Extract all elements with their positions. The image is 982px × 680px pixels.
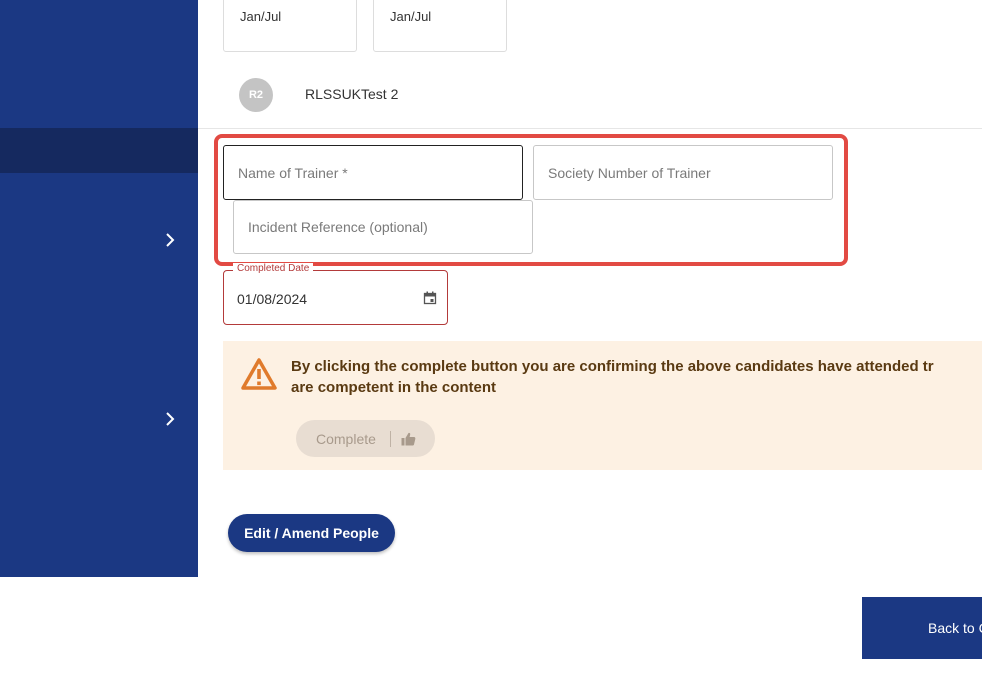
warning-triangle-icon: [240, 357, 278, 396]
divider: [389, 430, 391, 447]
edit-amend-people-button[interactable]: Edit / Amend People: [228, 514, 395, 552]
completed-date-value: 01/08/2024: [237, 291, 308, 307]
incident-reference-input[interactable]: [233, 200, 533, 254]
trainer-name-input[interactable]: [223, 145, 523, 200]
back-button[interactable]: Back to C: [862, 597, 982, 659]
sidebar: [0, 0, 198, 577]
page: Jan/Jul Jan/Jul R2 RLSSUKTest 2 Complete…: [0, 0, 982, 680]
chevron-right-icon[interactable]: [160, 409, 180, 429]
calendar-icon[interactable]: [423, 291, 437, 310]
sidebar-item-active[interactable]: [0, 128, 198, 173]
society-number-input[interactable]: [533, 145, 833, 200]
complete-button[interactable]: Complete: [296, 420, 435, 457]
chevron-right-icon[interactable]: [160, 230, 180, 250]
warning-text-line: are competent in the content: [291, 379, 497, 396]
thumbs-up-icon: [401, 432, 416, 446]
avatar: R2: [239, 78, 273, 112]
completed-date-label: Completed Date: [233, 263, 314, 274]
complete-button-label: Complete: [316, 430, 376, 447]
month-card-label: Jan/Jul: [390, 9, 432, 24]
month-card[interactable]: Jan/Jul: [373, 0, 507, 52]
warning-text-line: By clicking the complete button you are …: [291, 358, 934, 375]
month-card-label: Jan/Jul: [240, 9, 282, 24]
month-card[interactable]: Jan/Jul: [223, 0, 357, 52]
completed-date-field[interactable]: Completed Date 01/08/2024: [223, 263, 448, 325]
divider: [198, 128, 982, 129]
person-name: RLSSUKTest 2: [305, 86, 399, 102]
warning-panel: By clicking the complete button you are …: [223, 341, 982, 470]
warning-text: By clicking the complete button you are …: [291, 356, 982, 398]
